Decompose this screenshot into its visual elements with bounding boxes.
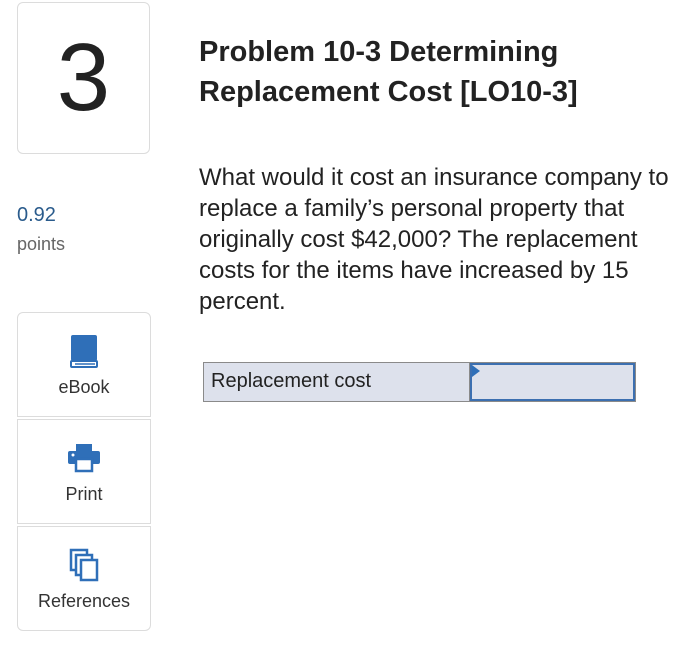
- print-label: Print: [65, 484, 103, 504]
- ebook-label: eBook: [58, 377, 110, 397]
- print-button[interactable]: Print: [17, 419, 151, 524]
- points-label: points: [17, 234, 66, 254]
- cell-flag-icon: [472, 365, 480, 377]
- book-icon: [69, 333, 99, 369]
- printer-icon: [67, 440, 101, 476]
- problem-title: Problem 10-3 Determining Replacement Cos…: [199, 36, 578, 108]
- question-text: What would it cost an insurance company …: [199, 164, 669, 315]
- points-value: 0.92: [17, 204, 56, 226]
- references-icon: [69, 547, 99, 583]
- replacement-cost-input[interactable]: [472, 365, 633, 399]
- question-number-box: 3: [17, 2, 150, 154]
- question-number: 3: [56, 24, 111, 131]
- question-page: 3 0.92 points eBook Print References Pro…: [0, 0, 700, 659]
- references-button[interactable]: References: [17, 526, 151, 631]
- answer-label: Replacement cost: [204, 363, 470, 401]
- references-label: References: [37, 591, 131, 611]
- ebook-button[interactable]: eBook: [17, 312, 151, 417]
- answer-row: Replacement cost: [203, 362, 636, 402]
- answer-cell: [470, 363, 635, 401]
